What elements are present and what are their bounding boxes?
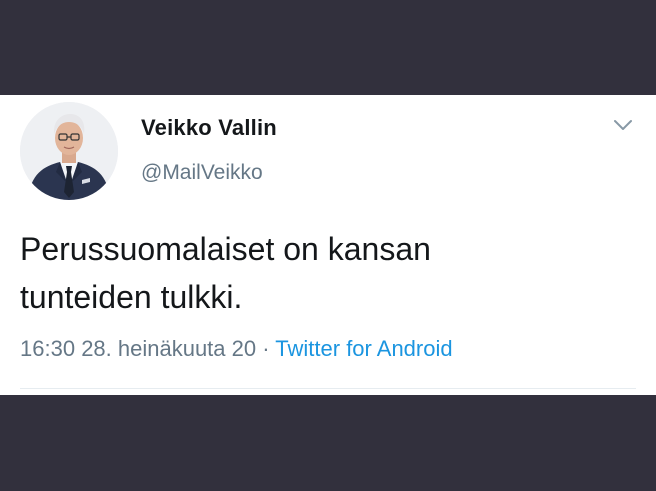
top-dark-band (0, 0, 656, 95)
tweet-text-line: Perussuomalaiset on kansan (20, 231, 431, 267)
bottom-dark-band (0, 395, 656, 491)
tweet-text: Perussuomalaiset on kansan tunteiden tul… (20, 225, 630, 321)
profile-photo (20, 102, 118, 200)
tweet-meta: 16:30 28. heinäkuuta 20 · Twitter for An… (20, 336, 453, 362)
tweet-source-link[interactable]: Twitter for Android (275, 336, 452, 361)
display-name[interactable]: Veikko Vallin (141, 115, 277, 141)
tweet-date[interactable]: 28. heinäkuuta 20 (81, 336, 256, 361)
meta-separator: · (262, 336, 270, 361)
tweet-text-line: tunteiden tulkki. (20, 279, 243, 315)
user-handle[interactable]: @MailVeikko (141, 161, 263, 185)
tweet-card: Veikko Vallin @MailVeikko Perussuomalais… (0, 95, 656, 395)
avatar[interactable] (20, 102, 118, 200)
divider (20, 388, 636, 389)
chevron-down-icon[interactable] (612, 117, 634, 133)
tweet-time[interactable]: 16:30 (20, 336, 75, 361)
